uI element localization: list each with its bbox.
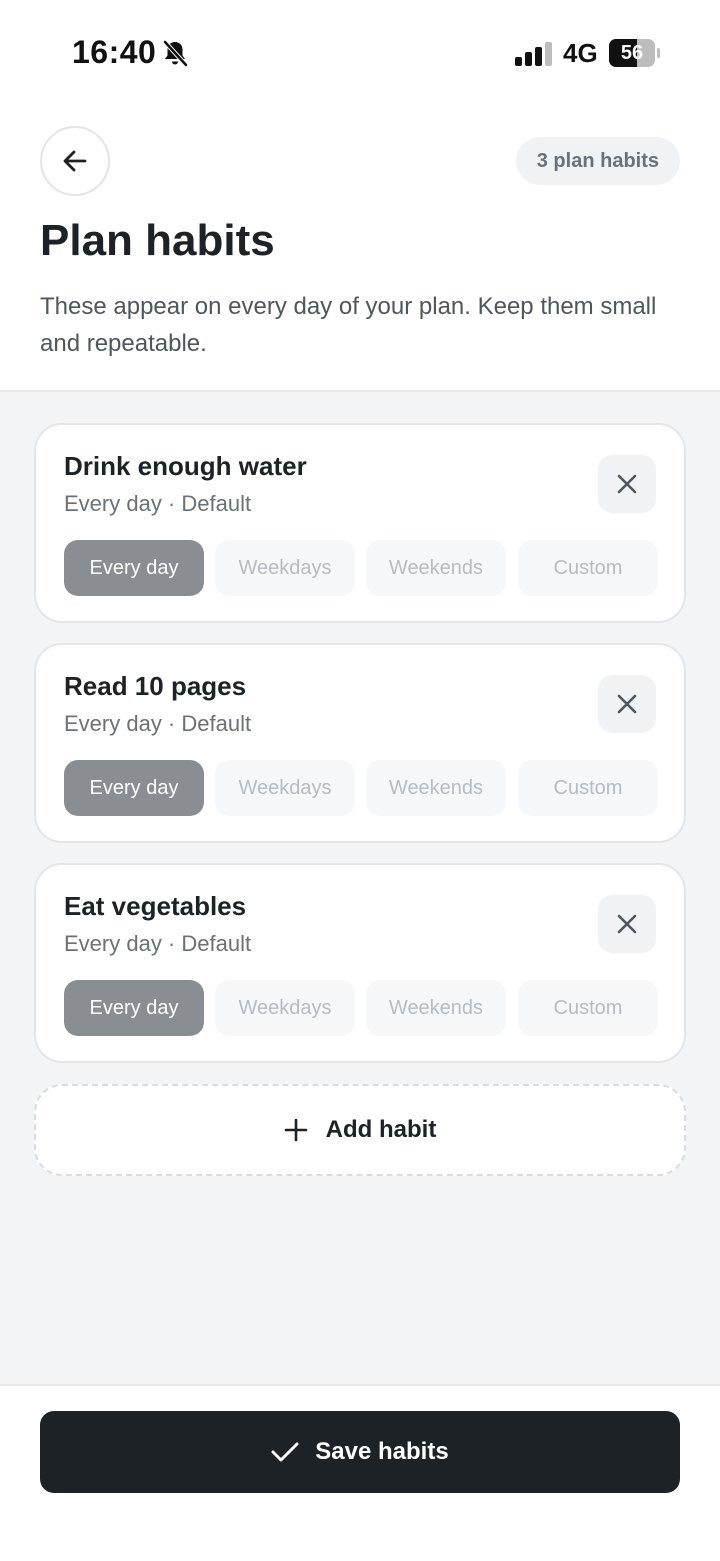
frequency-selector: Every day Weekdays Weekends Custom bbox=[64, 980, 658, 1036]
habit-name: Drink enough water bbox=[64, 451, 307, 481]
save-habits-button[interactable]: Save habits bbox=[40, 1411, 680, 1493]
chip-custom[interactable]: Custom bbox=[518, 760, 658, 816]
status-bar: 16:40 4G 56 bbox=[0, 0, 720, 108]
habit-count-badge: 3 plan habits bbox=[515, 137, 680, 185]
check-icon bbox=[271, 1442, 299, 1462]
battery-level: 56 bbox=[620, 42, 644, 64]
chip-every-day[interactable]: Every day bbox=[64, 540, 204, 596]
frequency-selector: Every day Weekdays Weekends Custom bbox=[64, 540, 658, 596]
chip-weekdays[interactable]: Weekdays bbox=[215, 540, 355, 596]
add-habit-label: Add habit bbox=[325, 1116, 437, 1143]
footer: Save habits bbox=[0, 1384, 720, 1561]
remove-habit-button[interactable] bbox=[598, 895, 656, 953]
habit-list: Drink enough water Every day · Default E… bbox=[0, 392, 720, 1384]
remove-habit-button[interactable] bbox=[598, 455, 656, 513]
page-title: Plan habits bbox=[40, 216, 275, 265]
habit-meta: Every day · Default bbox=[64, 931, 252, 956]
chip-weekdays[interactable]: Weekdays bbox=[215, 760, 355, 816]
chip-weekends[interactable]: Weekends bbox=[366, 540, 506, 596]
chip-weekdays[interactable]: Weekdays bbox=[215, 980, 355, 1036]
habit-meta: Every day · Default bbox=[64, 711, 252, 736]
chip-custom[interactable]: Custom bbox=[518, 540, 658, 596]
habit-card: Drink enough water Every day · Default E… bbox=[34, 423, 686, 623]
close-icon bbox=[617, 474, 637, 494]
page-header: 3 plan habits Plan habits These appear o… bbox=[0, 108, 720, 392]
bell-off-icon bbox=[163, 40, 188, 67]
close-icon bbox=[617, 694, 637, 714]
chip-custom[interactable]: Custom bbox=[518, 980, 658, 1036]
frequency-selector: Every day Weekdays Weekends Custom bbox=[64, 760, 658, 816]
back-button[interactable] bbox=[40, 126, 110, 196]
plus-icon bbox=[284, 1118, 307, 1142]
chip-weekends[interactable]: Weekends bbox=[366, 760, 506, 816]
chip-every-day[interactable]: Every day bbox=[64, 980, 204, 1036]
remove-habit-button[interactable] bbox=[598, 675, 656, 733]
arrow-left-icon bbox=[63, 150, 87, 172]
habit-card: Read 10 pages Every day · Default Every … bbox=[34, 643, 686, 843]
status-time: 16:40 bbox=[72, 34, 157, 70]
habit-name: Read 10 pages bbox=[64, 671, 247, 701]
signal-icon bbox=[515, 42, 552, 66]
habit-card: Eat vegetables Every day · Default Every… bbox=[34, 863, 686, 1063]
chip-every-day[interactable]: Every day bbox=[64, 760, 204, 816]
save-habits-label: Save habits bbox=[315, 1438, 449, 1465]
habit-name: Eat vegetables bbox=[64, 891, 247, 921]
habit-meta: Every day · Default bbox=[64, 491, 252, 516]
chip-weekends[interactable]: Weekends bbox=[366, 980, 506, 1036]
close-icon bbox=[617, 914, 637, 934]
page-description: These appear on every day of your plan. … bbox=[40, 293, 657, 357]
add-habit-button[interactable]: Add habit bbox=[34, 1084, 686, 1176]
network-label: 4G bbox=[563, 38, 598, 68]
